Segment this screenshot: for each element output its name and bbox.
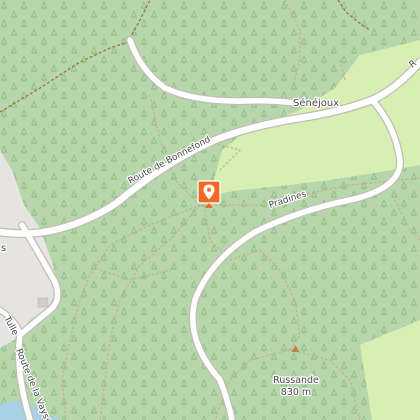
place-label-senejoux: Sénéjoux (293, 97, 339, 109)
map-canvas[interactable]: Route de Bonnefond Pradines Route de la … (0, 0, 420, 420)
peak-label-elevation: 830 m (281, 387, 311, 398)
map-view[interactable]: Route de Bonnefond Pradines Route de la … (0, 0, 420, 420)
peak-label-name: Russande (273, 375, 319, 386)
place-label-partial: s (1, 243, 6, 254)
building (37, 297, 49, 308)
